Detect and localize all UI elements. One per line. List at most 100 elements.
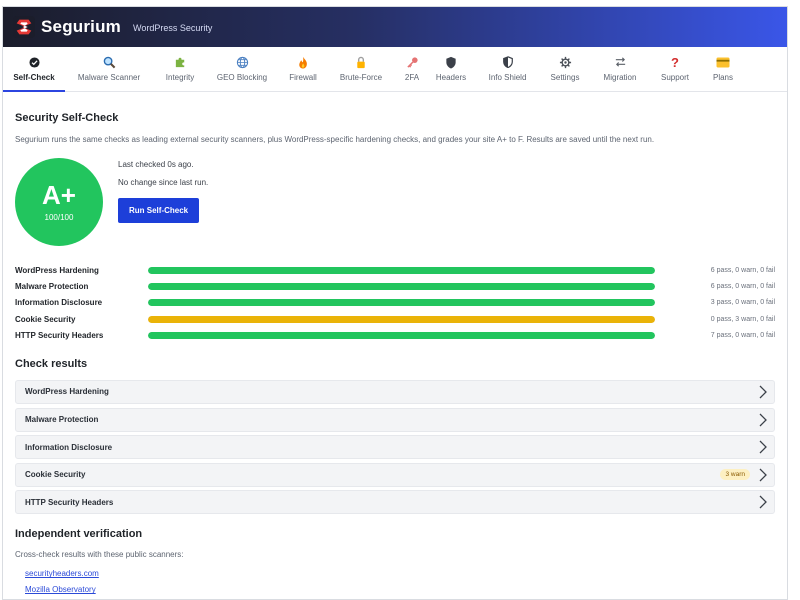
tab-plans[interactable]: Plans xyxy=(696,47,750,91)
tab-label: Settings xyxy=(550,73,580,82)
arrows-icon xyxy=(614,55,627,69)
self-check-panel: Security Self-Check Segurium runs the sa… xyxy=(3,92,787,594)
tab-label: Support xyxy=(660,73,690,82)
last-checked-text: Last checked 0s ago. xyxy=(118,160,194,169)
grade-score: 100/100 xyxy=(44,213,74,222)
result-accordion-label: HTTP Security Headers xyxy=(25,497,114,507)
change-note-text: No change since last run. xyxy=(118,178,209,187)
category-bar-summary: 3 pass, 0 warn, 0 fail xyxy=(710,299,775,307)
result-accordion-label: Information Disclosure xyxy=(25,442,113,452)
grade-badge: A+ 100/100 xyxy=(15,158,103,246)
result-accordion-item[interactable]: WordPress Hardening xyxy=(15,379,775,404)
category-bar-summary: 7 pass, 0 warn, 0 fail xyxy=(710,332,775,340)
category-progress-bar xyxy=(148,315,655,323)
category-progress-fill xyxy=(148,315,655,323)
tab-label: Malware Scanner xyxy=(77,73,141,82)
category-bar-label: Information Disclosure xyxy=(15,298,103,308)
tab-label: Firewall xyxy=(289,73,317,82)
puzzle-icon xyxy=(174,55,187,69)
chevron-right-icon xyxy=(759,468,767,482)
shield-half-icon xyxy=(502,55,514,69)
category-bar-label: Cookie Security xyxy=(15,314,76,324)
check-results-title: Check results xyxy=(15,357,88,370)
tab-self-check[interactable]: Self-Check xyxy=(3,47,65,92)
shield-icon xyxy=(445,55,457,69)
card-icon xyxy=(716,55,730,69)
mozilla-observatory-link[interactable]: Mozilla Observatory xyxy=(25,585,775,594)
tab-label: Plans xyxy=(712,73,733,82)
tab-label: Self-Check xyxy=(13,73,55,82)
plugin-window: Segurium WordPress Security Self-Check M… xyxy=(2,6,788,600)
chevron-right-icon xyxy=(759,413,767,427)
category-progress-bar xyxy=(148,299,655,307)
segurium-logo-icon xyxy=(13,16,35,38)
tab-geo-blocking[interactable]: GEO Blocking xyxy=(207,47,277,91)
page-title: Security Self-Check xyxy=(15,112,119,124)
tab-2fa[interactable]: 2FA xyxy=(393,47,431,91)
category-progress-bar xyxy=(148,332,655,340)
tab-label: Migration xyxy=(603,73,637,82)
result-accordion-label: Cookie Security xyxy=(25,470,86,480)
category-progress-fill xyxy=(148,332,655,340)
category-bar-summary: 0 pass, 3 warn, 0 fail xyxy=(710,315,775,323)
tab-label: Info Shield xyxy=(488,73,527,82)
tab-malware-scanner[interactable]: Malware Scanner xyxy=(65,47,153,91)
question-icon: ? xyxy=(671,54,679,70)
result-accordion-item[interactable]: Information Disclosure xyxy=(15,435,775,460)
category-bar-summary: 6 pass, 0 warn, 0 fail xyxy=(710,266,775,274)
category-progress-fill xyxy=(148,283,655,291)
chevron-right-icon xyxy=(759,385,767,399)
tab-bar: Self-Check Malware Scanner Integrity GEO… xyxy=(3,47,787,92)
category-progress-bar xyxy=(148,283,655,291)
securityheaders-link[interactable]: securityheaders.com xyxy=(25,569,775,578)
category-progress-fill xyxy=(148,299,655,307)
category-bar-label: Malware Protection xyxy=(15,282,89,292)
magnifier-icon xyxy=(103,55,116,69)
tab-label: Brute-Force xyxy=(339,73,383,82)
category-progress-fill xyxy=(148,266,655,274)
category-bar-label: HTTP Security Headers xyxy=(15,331,104,341)
key-icon xyxy=(406,55,419,69)
result-accordion-item[interactable]: Cookie Security 3 warn xyxy=(15,462,775,487)
verification-title: Independent verification xyxy=(15,528,143,541)
check-results-list: WordPress Hardening Malware Protection I… xyxy=(15,379,775,515)
tab-migration[interactable]: Migration xyxy=(586,47,654,91)
category-bar-row: WordPress Hardening 6 pass, 0 warn, 0 fa… xyxy=(15,262,775,278)
category-bar-label: WordPress Hardening xyxy=(15,265,99,275)
category-bar-summary: 6 pass, 0 warn, 0 fail xyxy=(710,283,775,291)
check-circle-icon xyxy=(28,55,40,69)
gear-icon xyxy=(559,55,572,69)
tab-info-shield[interactable]: Info Shield xyxy=(471,47,544,91)
tab-brute-force[interactable]: Brute-Force xyxy=(329,47,393,91)
run-self-check-button[interactable]: Run Self-Check xyxy=(118,198,200,223)
globe-icon xyxy=(236,55,249,69)
verification-links: securityheaders.com Mozilla Observatory xyxy=(15,569,775,594)
app-brand: Segurium xyxy=(41,17,122,36)
category-bar-row: Cookie Security 0 pass, 3 warn, 0 fail xyxy=(15,311,775,327)
lock-icon xyxy=(355,55,367,69)
tab-support[interactable]: ? Support xyxy=(654,47,696,91)
category-bar-row: Information Disclosure 3 pass, 0 warn, 0… xyxy=(15,295,775,311)
tab-headers[interactable]: Headers xyxy=(431,47,471,91)
grade-info: Last checked 0s ago. No change since las… xyxy=(118,158,208,246)
page-description: Segurium runs the same checks as leading… xyxy=(15,135,655,144)
result-accordion-item[interactable]: Malware Protection xyxy=(15,407,775,432)
category-bar-row: Malware Protection 6 pass, 0 warn, 0 fai… xyxy=(15,278,775,294)
fire-icon xyxy=(297,55,309,69)
result-accordion-item[interactable]: HTTP Security Headers xyxy=(15,490,775,515)
tab-firewall[interactable]: Firewall xyxy=(277,47,329,91)
tab-settings[interactable]: Settings xyxy=(544,47,586,91)
chevron-right-icon xyxy=(759,440,767,454)
grade-letter: A+ xyxy=(42,180,76,210)
app-tagline: WordPress Security xyxy=(133,23,213,33)
tab-integrity[interactable]: Integrity xyxy=(153,47,207,91)
app-header: Segurium WordPress Security xyxy=(3,7,787,47)
category-progress-bar xyxy=(148,266,655,274)
category-bars: WordPress Hardening 6 pass, 0 warn, 0 fa… xyxy=(15,262,775,344)
tab-label: GEO Blocking xyxy=(216,73,268,82)
tab-label: 2FA xyxy=(404,73,420,82)
chevron-right-icon xyxy=(759,495,767,509)
tab-label: Headers xyxy=(435,73,467,82)
warn-count-badge: 3 warn xyxy=(720,469,750,481)
verification-description: Cross-check results with these public sc… xyxy=(15,550,184,560)
